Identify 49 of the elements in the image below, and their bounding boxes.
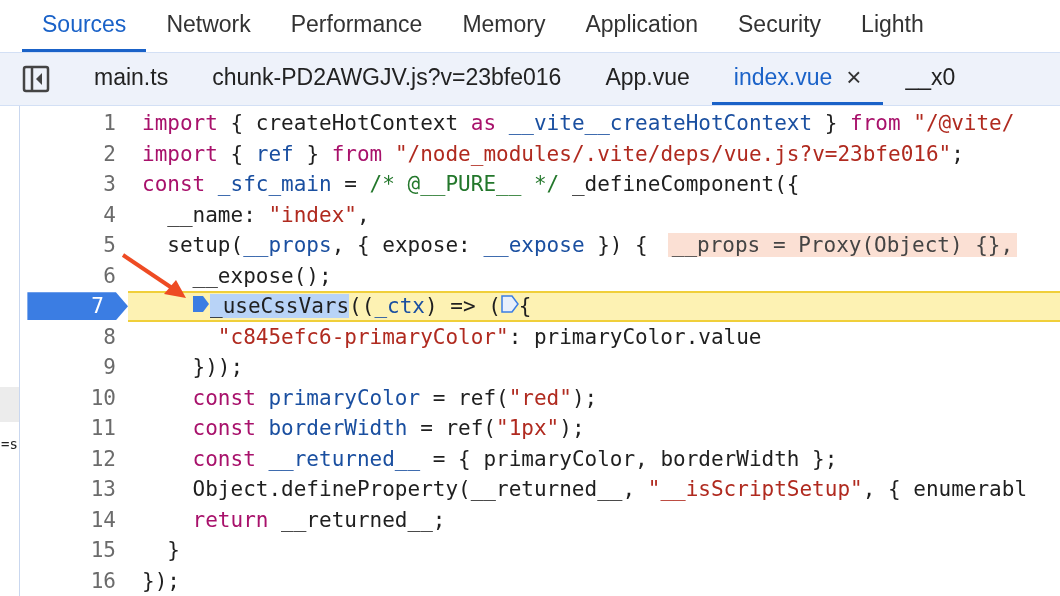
code-line: __name: "index", (166, 202, 370, 227)
line-number: 8 (103, 324, 117, 349)
panel-tab[interactable]: Security (718, 0, 842, 52)
line-number: 12 (90, 446, 117, 471)
side-panel-text: =s (1, 436, 19, 452)
code-line: })); (191, 355, 244, 380)
code-line: return __returned__; (191, 507, 446, 532)
line-number: 15 (90, 538, 117, 563)
line-number: 11 (90, 416, 117, 441)
code-line: import { createHotContext as __vite__createHotContext } from "/@vite/ (142, 111, 1015, 136)
code-line: const borderWidth = ref("1px"); (191, 416, 585, 441)
code-line: const primaryColor = ref("red"); (191, 385, 598, 410)
panel-tab[interactable]: Network (146, 0, 271, 52)
line-number: 3 (103, 172, 117, 197)
code-line: "c845efc6-primaryColor": primaryColor.value (216, 324, 762, 349)
inline-value: __props = Proxy(Object) {}, (667, 233, 1018, 258)
panel-tab[interactable]: Performance (270, 0, 443, 52)
close-icon[interactable]: × (846, 62, 862, 93)
code-line: } (166, 538, 180, 563)
code-line: _useCssVars((_ctx) => ( { (142, 294, 532, 319)
line-number: 6 (103, 263, 117, 288)
code-line: import { ref } from "/node_modules/.vite/deps/vue.js?v=23bfe016"; (142, 141, 964, 166)
file-tab[interactable]: __x0 (883, 53, 978, 105)
line-number: 1 (103, 111, 117, 136)
code-line: setup(__props, { expose: __expose }) { (166, 233, 648, 258)
line-number: 2 (103, 141, 117, 166)
line-number: 4 (103, 202, 117, 227)
line-number: 14 (90, 507, 117, 532)
file-tab[interactable]: chunk-PD2AWGJV.js?v=23bfe016 (190, 53, 584, 105)
line-number: 13 (90, 477, 117, 502)
panel-tab[interactable]: Application (565, 0, 718, 52)
breakpoint-line-number: 7 (27, 292, 128, 321)
selected-row (0, 387, 19, 422)
file-tab[interactable]: index.vue × (711, 53, 884, 105)
line-number: 9 (103, 355, 117, 380)
code-line: Object.defineProperty(__returned__, "__isScriptSetup", { enumerabl (191, 477, 1028, 502)
inline-breakpoint-icon[interactable] (500, 295, 519, 314)
file-tab[interactable]: App.vue (583, 53, 712, 105)
panel-tab[interactable]: Memory (442, 0, 566, 52)
file-tab[interactable]: main.ts (72, 53, 191, 105)
code-line: }); (142, 568, 180, 593)
code-line: __expose(); (191, 263, 332, 288)
line-number: 10 (90, 385, 117, 410)
panel-tab[interactable]: Lighth (841, 0, 944, 52)
code-line: const _sfc_main = /* @__PURE__ */ _defineComponent({ (142, 172, 800, 197)
sidebar-toggle-icon (22, 65, 50, 93)
code-line: const __returned__ = { primaryColor, borderWidth }; (191, 446, 838, 471)
line-number: 5 (103, 233, 117, 258)
line-number: 16 (90, 568, 117, 593)
